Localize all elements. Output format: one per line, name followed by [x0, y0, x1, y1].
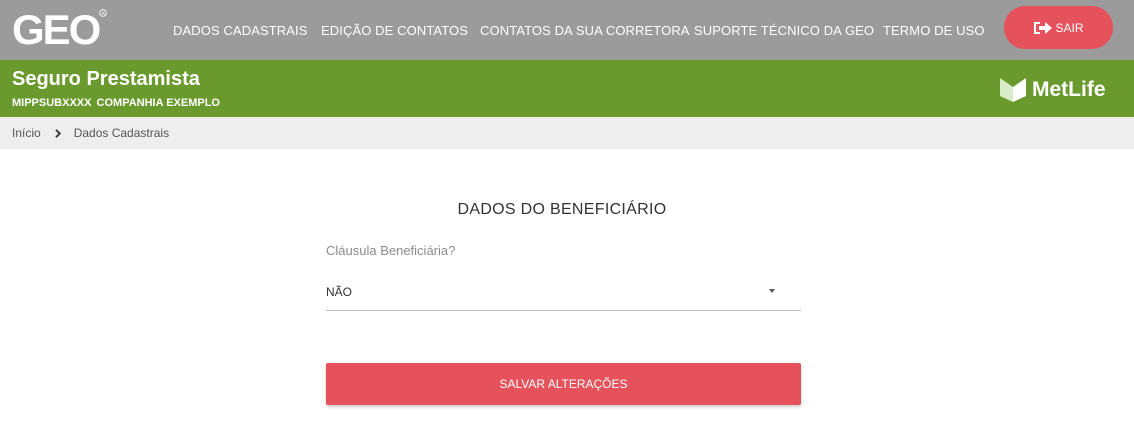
nav-label[interactable]: DADOS CADASTRAIS — [173, 23, 308, 38]
nav-label[interactable]: SUPORTE TÉCNICO DA GEO — [694, 23, 874, 38]
product-title: Seguro Prestamista — [12, 68, 200, 90]
breadcrumb-home[interactable]: Início — [12, 126, 41, 140]
nav-label[interactable]: CONTATOS DA SUA CORRETORA — [480, 23, 690, 38]
beneficiary-clause-label: Cláusula Beneficiária? — [326, 243, 456, 258]
dropdown-caret-icon — [769, 289, 775, 293]
nav-edicao-de-contatos[interactable]: EDIÇÃO DE CONTATOS — [321, 0, 468, 60]
metlife-logo: MetLife — [1000, 77, 1106, 103]
beneficiary-clause-select[interactable]: NÃO — [326, 276, 801, 311]
save-label: SALVAR ALTERAÇÕES — [499, 377, 628, 391]
section-title: DADOS DO BENEFICIÁRIO — [457, 201, 667, 218]
metlife-mark-icon — [1000, 78, 1026, 102]
geo-logo[interactable]: GEO R — [10, 6, 110, 50]
nav-label[interactable]: EDIÇÃO DE CONTATOS — [321, 23, 468, 38]
svg-text:GEO: GEO — [12, 6, 100, 50]
policy-code: MIPPSUBXXXX — [12, 97, 92, 109]
company-name: COMPANHIA EXEMPLO — [96, 97, 220, 109]
logout-label[interactable]: SAIR — [1055, 21, 1083, 35]
breadcrumb-current: Dados Cadastrais — [73, 126, 170, 140]
save-changes-button[interactable]: SALVAR ALTERAÇÕES — [326, 363, 801, 405]
policy-info: MIPPSUBXXXX COMPANHIA EXEMPLO — [12, 97, 220, 109]
top-navigation-bar: GEO R DADOS CADASTRAIS EDIÇÃO DE CONTATO… — [0, 0, 1134, 60]
sign-out-icon — [1034, 21, 1053, 34]
nav-termo-de-uso[interactable]: TERMO DE USO — [883, 0, 985, 60]
product-banner: Seguro Prestamista MIPPSUBXXXX COMPANHIA… — [0, 60, 1134, 117]
nav-suporte-tecnico[interactable]: SUPORTE TÉCNICO DA GEO — [694, 0, 874, 60]
nav-dados-cadastrais[interactable]: DADOS CADASTRAIS — [173, 0, 308, 60]
breadcrumb: Início Dados Cadastrais — [0, 117, 1134, 149]
select-value: NÃO — [326, 285, 353, 299]
nav-label[interactable]: TERMO DE USO — [883, 23, 985, 38]
partner-name: MetLife — [1032, 78, 1106, 101]
nav-contatos-da-sua-corretora[interactable]: CONTATOS DA SUA CORRETORA — [480, 0, 690, 60]
logout-button[interactable]: SAIR — [1004, 6, 1113, 49]
chevron-right-icon — [55, 128, 61, 138]
